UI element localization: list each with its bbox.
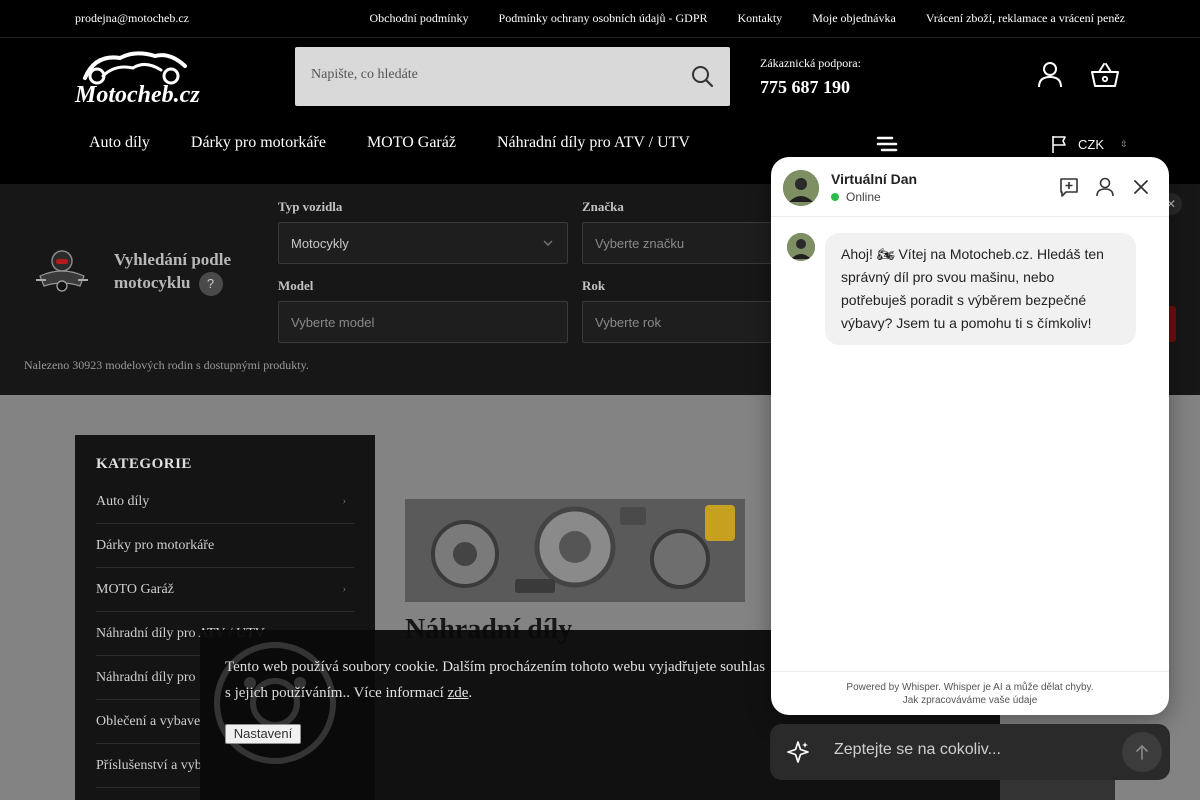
sidebar-title: KATEGORIE: [96, 456, 192, 472]
flag-icon: [1052, 136, 1066, 153]
category-label: Příslušenství a vyb: [96, 758, 202, 773]
category-label: Oblečení a vybave: [96, 714, 201, 729]
basket-icon[interactable]: [1090, 62, 1120, 88]
category-item[interactable]: MOTO Garáž ›: [96, 568, 354, 612]
motorcycle-rider-icon: [36, 250, 88, 292]
contact-email-link[interactable]: prodejna@motocheb.cz: [75, 11, 189, 26]
privacy-link[interactable]: Jak zpracováváme vaše údaje: [771, 694, 1169, 707]
model-select[interactable]: Vyberte model: [278, 301, 568, 343]
finder-results-count: Nalezeno 30923 modelových rodin s dostup…: [24, 358, 309, 372]
top-bar: prodejna@motocheb.cz Obchodní podmínky P…: [0, 0, 1200, 38]
cookie-settings-button[interactable]: Nastavení: [225, 724, 301, 744]
finder-title: Vyhledání podle motocyklu?: [114, 248, 264, 297]
nav-item-auto-parts[interactable]: Auto díly: [89, 134, 150, 152]
top-link-my-order[interactable]: Moje objednávka: [812, 11, 896, 26]
support-label: Zákaznická podpora:: [760, 56, 861, 70]
chat-input-bar: [770, 724, 1170, 780]
cookie-text: Tento web používá soubory cookie. Dalším…: [225, 659, 766, 701]
chevron-right-icon: ›: [342, 584, 346, 595]
chat-message: Ahoj! 🏍 Vítej na Motocheb.cz. Hledáš ten…: [825, 233, 1136, 345]
top-link-terms[interactable]: Obchodní podmínky: [370, 11, 469, 26]
search-input[interactable]: [311, 67, 681, 83]
label-vehicle-type: Typ vozidla: [278, 199, 343, 214]
menu-icon[interactable]: [876, 134, 898, 154]
brand-placeholder: Vyberte značku: [595, 236, 685, 251]
search-box: [295, 47, 730, 106]
chevron-down-icon: [543, 240, 553, 246]
year-placeholder: Vyberte rok: [595, 315, 661, 330]
support-phone[interactable]: 775 687 190: [760, 77, 861, 98]
motorcycle-logo-icon: [83, 51, 187, 85]
chevron-right-icon: ›: [342, 496, 346, 507]
currency-caret: ⇳: [1120, 138, 1128, 149]
site-logo[interactable]: Motocheb.cz: [75, 46, 200, 108]
model-placeholder: Vyberte model: [291, 315, 375, 330]
vehicle-type-select[interactable]: Motocykly: [278, 222, 568, 264]
category-item[interactable]: Auto díly ›: [96, 480, 354, 524]
customer-support: Zákaznická podpora: 775 687 190: [760, 56, 861, 98]
status-text: Online: [846, 190, 881, 204]
chat-header: Virtuální Dan Online: [771, 157, 1169, 217]
category-label: Dárky pro motorkáře: [96, 538, 215, 553]
top-link-gdpr[interactable]: Podmínky ochrany osobních údajů - GDPR: [499, 11, 708, 26]
chat-footer: Powered by Whisper. Whisper je AI a může…: [771, 671, 1169, 715]
close-icon[interactable]: [1130, 176, 1152, 198]
main-nav: Auto díly Dárky pro motorkáře MOTO Garáž…: [89, 134, 690, 152]
agent-status: Online: [831, 190, 881, 204]
agent-avatar: [783, 170, 819, 206]
online-indicator: [831, 193, 839, 201]
category-banner-image[interactable]: [405, 499, 745, 602]
new-chat-icon[interactable]: [1058, 176, 1080, 198]
chat-window: Virtuální Dan Online Ahoj! 🏍 Vítej na Mo…: [771, 157, 1169, 715]
category-label: MOTO Garáž: [96, 582, 174, 597]
top-link-returns[interactable]: Vrácení zboží, reklamace a vrácení peněz: [926, 11, 1125, 26]
category-item[interactable]: Dárky pro motorkáře: [96, 524, 354, 568]
help-button[interactable]: ?: [198, 272, 223, 297]
vehicle-type-value: Motocykly: [291, 236, 349, 251]
currency-label: CZK: [1078, 136, 1104, 152]
category-label: Auto díly: [96, 494, 150, 509]
engine-parts-image: [405, 499, 745, 602]
user-profile-icon[interactable]: [1094, 176, 1116, 198]
avatar-photo-icon: [787, 233, 815, 261]
top-link-contacts[interactable]: Kontakty: [738, 11, 783, 26]
category-label: Náhradní díly pro: [96, 670, 196, 685]
nav-item-moto-garage[interactable]: MOTO Garáž: [367, 134, 456, 152]
currency-selector[interactable]: CZK ⇳: [1050, 134, 1128, 154]
user-account-icon[interactable]: [1036, 60, 1064, 88]
nav-item-gifts[interactable]: Dárky pro motorkáře: [191, 134, 326, 152]
arrow-up-icon: [1136, 745, 1148, 760]
search-icon[interactable]: [690, 64, 714, 88]
cookie-text-end: .: [468, 685, 473, 701]
agent-name: Virtuální Dan: [831, 171, 918, 187]
top-links: Obchodní podmínky Podmínky ochrany osobn…: [370, 11, 1125, 26]
avatar-photo-icon: [783, 170, 819, 206]
cookie-message: Tento web používá soubory cookie. Dalším…: [225, 654, 770, 706]
sparkle-icon: [787, 741, 809, 763]
label-model: Model: [278, 278, 314, 293]
chat-message-input[interactable]: [834, 741, 1104, 759]
label-brand: Značka: [582, 199, 624, 214]
nav-item-atv-utv[interactable]: Náhradní díly pro ATV / UTV: [497, 134, 690, 152]
message-avatar: [787, 233, 815, 261]
logo-text: Motocheb.cz: [75, 82, 200, 108]
cookie-info-link[interactable]: zde: [448, 685, 469, 701]
send-button[interactable]: [1122, 732, 1162, 772]
label-year: Rok: [582, 278, 606, 293]
powered-by-text: Powered by Whisper. Whisper je AI a může…: [846, 682, 1094, 693]
